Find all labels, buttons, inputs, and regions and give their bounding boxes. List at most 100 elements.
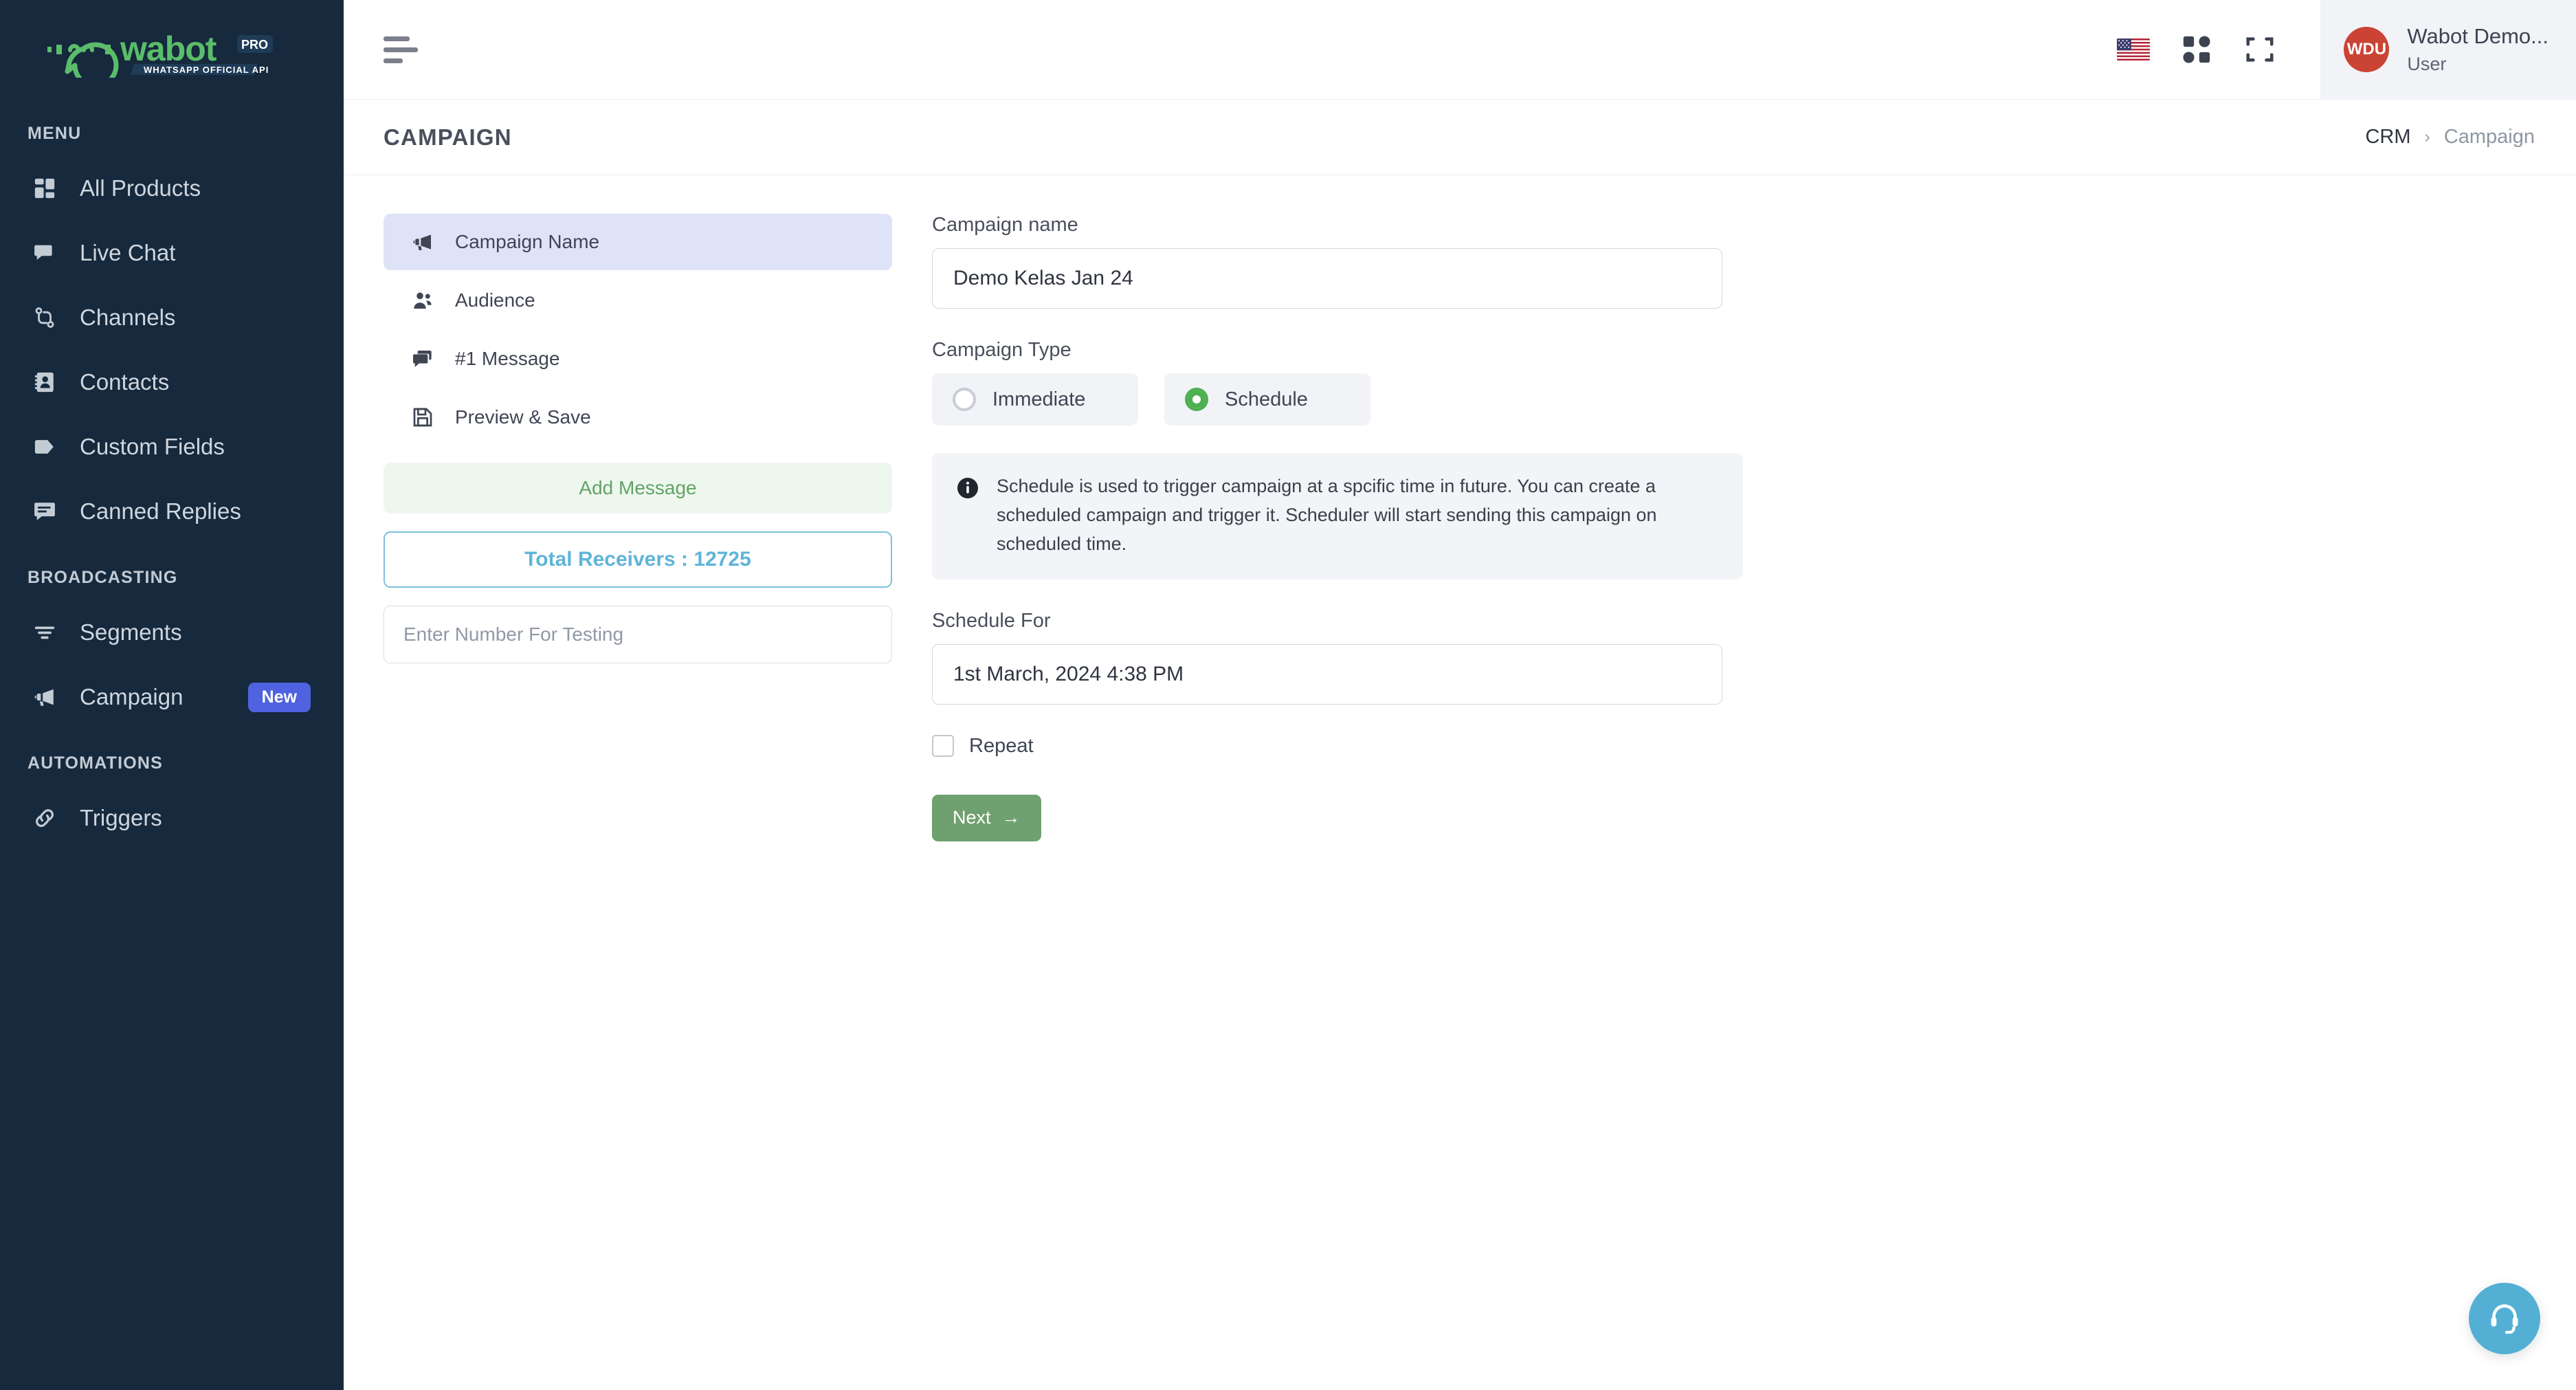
campaign-type-label: Campaign Type [932,339,1072,361]
repeat-checkbox-row[interactable]: Repeat [932,735,1722,758]
add-message-button[interactable]: Add Message [384,463,892,514]
main-area: WDU Wabot Demo... User CAMPAIGN CRM › Ca… [344,0,2576,1390]
sidebar-item-custom-fields[interactable]: Custom Fields [0,415,344,479]
channels-icon [29,302,60,333]
svg-text:wabot: wabot [120,30,217,68]
radio-dot-immediate [953,388,976,411]
topbar: WDU Wabot Demo... User [344,0,2576,100]
alert-text: Schedule is used to trigger campaign at … [997,476,1657,554]
total-receivers-box[interactable]: Total Receivers : 12725 [384,531,892,588]
info-icon [955,476,980,559]
topbar-actions: WDU Wabot Demo... User [2102,0,2576,100]
filter-icon [29,617,60,648]
radio-label: Immediate [992,388,1086,410]
sidebar-item-label: Segments [80,619,182,645]
sidebar-item-contacts[interactable]: Contacts [0,350,344,415]
step-label: Audience [455,289,535,311]
repeat-label: Repeat [969,734,1034,757]
step-label: #1 Message [455,348,560,369]
sidebar-item-label: Campaign [80,684,184,709]
hamburger-icon[interactable] [384,28,426,71]
contacts-icon [29,366,60,398]
sidebar-item-label: Triggers [80,805,162,830]
campaign-type-radio-group: Immediate Schedule [932,373,1722,426]
canned-reply-icon [29,496,60,527]
chat-icon [29,237,60,269]
language-selector[interactable] [2102,18,2165,81]
hamburger-bar [384,58,403,63]
breadcrumb-root[interactable]: CRM [2365,126,2410,148]
step-audience[interactable]: Audience [384,272,892,329]
megaphone-icon [408,228,437,256]
sidebar-item-label: Contacts [80,369,170,395]
sidebar: wabot PRO WHATSAPP OFFICIAL API MENU All… [0,0,344,1390]
sidebar-item-label: Canned Replies [80,498,241,524]
step-campaign-name[interactable]: Campaign Name [384,214,892,270]
sidebar-item-badge-new: New [247,682,311,712]
campaign-steps-panel: Campaign Name Audience #1 Message Previe… [384,214,892,1390]
schedule-info-alert: Schedule is used to trigger campaign at … [932,453,1743,580]
wabot-logo-icon: wabot PRO WHATSAPP OFFICIAL API [47,30,273,78]
apps-grid-button[interactable] [2165,18,2228,81]
sidebar-item-segments[interactable]: Segments [0,600,344,665]
brand-logo[interactable]: wabot PRO WHATSAPP OFFICIAL API [0,0,344,100]
tag-icon [29,431,60,463]
us-flag-icon [2117,38,2151,60]
step-preview-save[interactable]: Preview & Save [384,389,892,445]
campaign-form: Campaign name Campaign Type Immediate Sc… [932,214,1743,1390]
page-header: CAMPAIGN CRM › Campaign [344,100,2576,175]
sidebar-section-title-broadcasting: BROADCASTING [27,568,178,587]
page-title: CAMPAIGN [384,124,512,150]
grid-icon [29,173,60,204]
sidebar-section-title-menu: MENU [27,124,82,143]
user-menu[interactable]: WDU Wabot Demo... User [2320,0,2576,100]
step-message-1[interactable]: #1 Message [384,331,892,387]
sidebar-item-channels[interactable]: Channels [0,285,344,350]
fullscreen-icon [2246,37,2274,62]
radio-dot-schedule [1185,388,1208,411]
chevron-right-icon: › [2424,127,2430,146]
campaign-name-input[interactable] [932,248,1722,309]
radio-option-immediate[interactable]: Immediate [932,373,1138,426]
radio-label: Schedule [1225,388,1308,410]
fullscreen-button[interactable] [2228,18,2291,81]
sidebar-item-label: Custom Fields [80,434,225,459]
svg-text:WHATSAPP OFFICIAL API: WHATSAPP OFFICIAL API [144,65,269,75]
hamburger-bar [384,47,418,52]
campaign-name-label: Campaign name [932,214,1078,236]
sidebar-item-label: All Products [80,175,201,201]
app-root: wabot PRO WHATSAPP OFFICIAL API MENU All… [0,0,2576,1390]
sidebar-item-live-chat[interactable]: Live Chat [0,221,344,285]
headset-icon [2491,1304,2518,1334]
sidebar-item-triggers[interactable]: Triggers [0,786,344,850]
user-role: User [2407,54,2447,74]
arrow-right-icon: → [1001,807,1021,828]
next-button[interactable]: Next → [932,794,1041,841]
step-label: Campaign Name [455,231,600,252]
sidebar-item-label: Live Chat [80,240,176,265]
message-icon [408,344,437,373]
hamburger-bar [384,36,410,41]
audience-icon [408,286,437,315]
user-name: Wabot Demo... [2407,24,2549,48]
sidebar-item-label: Channels [80,305,176,330]
repeat-checkbox[interactable] [932,735,954,758]
sidebar-section-title-automations: AUTOMATIONS [27,753,163,773]
schedule-for-input[interactable] [932,643,1722,705]
next-button-label: Next [953,807,991,828]
sidebar-item-all-products[interactable]: All Products [0,156,344,221]
svg-text:PRO: PRO [241,38,268,52]
content-area: Campaign Name Audience #1 Message Previe… [344,175,2576,1390]
sidebar-item-canned-replies[interactable]: Canned Replies [0,479,344,544]
avatar: WDU [2344,27,2390,72]
test-number-input[interactable] [384,606,892,663]
apps-grid-icon [2183,36,2210,63]
support-button[interactable] [2469,1283,2540,1354]
megaphone-icon [29,681,60,713]
breadcrumb-current: Campaign [2443,126,2535,148]
save-icon [408,403,437,432]
sidebar-item-campaign[interactable]: Campaign New [0,665,344,729]
radio-option-schedule[interactable]: Schedule [1164,373,1370,426]
